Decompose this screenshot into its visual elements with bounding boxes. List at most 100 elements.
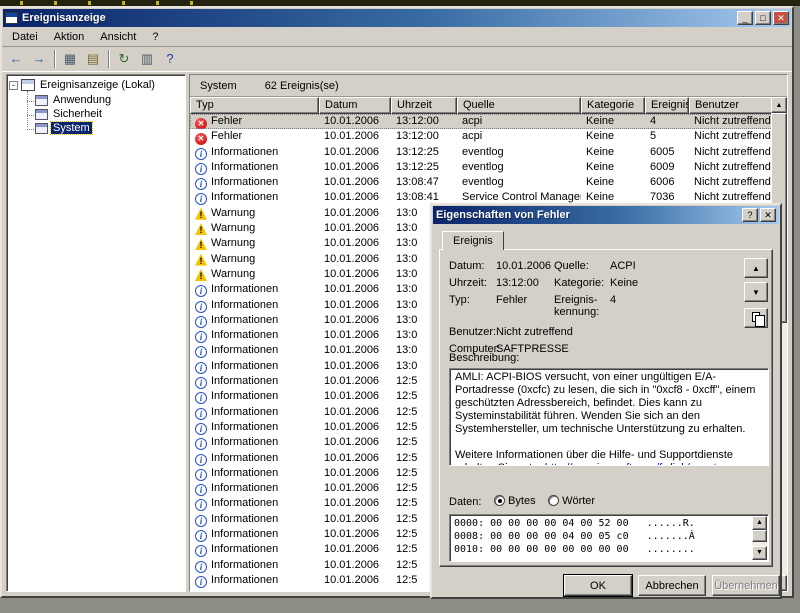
beschreibung-label: Beschreibung: <box>449 352 519 364</box>
radio-bytes[interactable]: Bytes <box>494 495 536 507</box>
event-log-icon <box>35 109 48 120</box>
maximize-button[interactable]: □ <box>755 11 771 25</box>
hex-scrollbar-thumb[interactable] <box>752 530 767 542</box>
toolbar-help-button[interactable]: ? <box>159 48 181 70</box>
event-type-label: Informationen <box>211 314 278 326</box>
event-row[interactable]: iInformationen10.01.200613:12:25eventlog… <box>190 145 787 160</box>
ereigniskennung-label: Ereignis-kennung: <box>554 294 608 318</box>
column-header-typ[interactable]: Typ <box>190 97 319 114</box>
error-icon: ✕ <box>195 133 207 144</box>
dialog-close-button[interactable]: ✕ <box>760 208 776 222</box>
dialog-title: Eigenschaften von Fehler <box>436 209 740 221</box>
hex-scroll-down-icon[interactable]: ▼ <box>752 546 767 560</box>
sidebar-item-system[interactable]: System <box>23 121 185 135</box>
sidebar-item-sicherheit[interactable]: Sicherheit <box>23 107 185 121</box>
hex-data-box: 0000: 00 00 00 00 04 00 52 00 ......R.00… <box>449 514 769 562</box>
copy-to-clipboard-button[interactable] <box>744 308 768 328</box>
tree-expander-icon[interactable]: - <box>9 81 18 90</box>
warning-icon: ! <box>195 223 207 235</box>
toolbar-back-button[interactable]: ← <box>5 48 27 70</box>
event-type-label: Informationen <box>211 452 278 464</box>
event-row[interactable]: ✕Fehler10.01.200613:12:00acpiKeine4Nicht… <box>190 114 787 129</box>
cell-uhrzeit: 13:12:25 <box>391 160 457 175</box>
events-link[interactable]: http://go.microsoft.com/fwlink/events.as… <box>545 462 743 466</box>
event-row[interactable]: ✕Fehler10.01.200613:12:00acpiKeine5Nicht… <box>190 129 787 144</box>
cell-kategorie: Keine <box>581 160 645 175</box>
event-type-label: Informationen <box>211 329 278 341</box>
cell-typ: iInformationen <box>190 282 319 297</box>
apply-button[interactable]: Übernehmen <box>712 575 780 596</box>
column-header-uhrzeit[interactable]: Uhrzeit <box>391 97 457 114</box>
menu-aktion[interactable]: Aktion <box>46 29 93 45</box>
column-header-datum[interactable]: Datum <box>319 97 391 114</box>
cell-benutzer: Nicht zutreffend <box>689 145 774 160</box>
benutzer-label: Benutzer: <box>449 326 496 338</box>
kategorie-value: Keine <box>610 277 638 289</box>
uhrzeit-label: Uhrzeit: <box>449 277 487 289</box>
radio-woerter-icon[interactable] <box>548 495 559 506</box>
cancel-button[interactable]: Abbrechen <box>638 575 706 596</box>
radio-bytes-icon[interactable] <box>494 495 505 506</box>
ok-button[interactable]: OK <box>564 575 632 596</box>
tab-ereignis[interactable]: Ereignis <box>442 231 504 250</box>
cell-typ: iInformationen <box>190 160 319 175</box>
tree-root-label: Ereignisanzeige (Lokal) <box>38 79 157 91</box>
menu-ansicht[interactable]: Ansicht <box>92 29 144 45</box>
event-row[interactable]: iInformationen10.01.200613:08:47eventlog… <box>190 175 787 190</box>
column-header-quelle[interactable]: Quelle <box>457 97 581 114</box>
event-type-label: Fehler <box>211 115 242 127</box>
desktop: Ereignisanzeige _ □ ✕ DateiAktionAnsicht… <box>0 0 800 613</box>
cell-quelle: eventlog <box>457 145 581 160</box>
dialog-titlebar[interactable]: Eigenschaften von Fehler ? ✕ <box>433 206 779 224</box>
event-type-label: Fehler <box>211 130 242 142</box>
cell-typ: ✕ Fehler <box>190 129 319 144</box>
cell-typ: iInformationen <box>190 496 319 511</box>
radio-woerter[interactable]: Wörter <box>548 495 595 507</box>
event-type-label: Informationen <box>211 176 278 188</box>
minimize-button[interactable]: _ <box>737 11 753 25</box>
menu-help[interactable]: ? <box>144 29 166 45</box>
cell-typ: iInformationen <box>190 389 319 404</box>
column-header-benutzer[interactable]: Benutzer <box>689 97 774 114</box>
cell-typ: iInformationen <box>190 298 319 313</box>
sidebar-item-anwendung[interactable]: Anwendung <box>23 93 185 107</box>
hex-scrollbar[interactable]: ▲ ▼ <box>752 516 767 560</box>
event-type-label: Informationen <box>211 299 278 311</box>
info-icon: i <box>195 362 207 374</box>
cell-datum: 10.01.2006 <box>319 573 391 588</box>
cell-kategorie: Keine <box>581 175 645 190</box>
cell-typ: iInformationen <box>190 313 319 328</box>
toolbar-forward-button[interactable]: → <box>28 48 50 70</box>
window-titlebar[interactable]: Ereignisanzeige _ □ ✕ <box>3 9 791 27</box>
info-icon: i <box>195 545 207 557</box>
menu-datei[interactable]: Datei <box>4 29 46 45</box>
quelle-value: ACPI <box>610 260 636 272</box>
menubar: DateiAktionAnsicht? <box>2 28 792 47</box>
event-type-label: Warnung <box>211 268 255 280</box>
cell-datum: 10.01.2006 <box>319 558 391 573</box>
hex-scroll-up-icon[interactable]: ▲ <box>752 516 767 530</box>
cell-quelle: acpi <box>457 129 581 144</box>
event-row[interactable]: iInformationen10.01.200613:12:25eventlog… <box>190 160 787 175</box>
typ-label: Typ: <box>449 294 470 306</box>
column-header-ereignis[interactable]: Ereignis <box>645 97 689 114</box>
toolbar-export-list-button[interactable]: ▥ <box>136 48 158 70</box>
cell-typ: iInformationen <box>190 466 319 481</box>
previous-event-button[interactable]: ▲ <box>744 258 768 278</box>
cell-ereignis: 4 <box>645 114 689 129</box>
toolbar-refresh-button[interactable]: ↻ <box>113 48 135 70</box>
result-pane-header: System 62 Ereignis(se) <box>190 75 787 97</box>
toolbar-show-tree-button[interactable]: ▦ <box>59 48 81 70</box>
dialog-help-button[interactable]: ? <box>742 208 758 222</box>
close-button[interactable]: ✕ <box>773 11 789 25</box>
toolbar-properties-button[interactable]: ▤ <box>82 48 104 70</box>
next-event-button[interactable]: ▼ <box>744 282 768 302</box>
scroll-up-icon[interactable]: ▲ <box>771 97 787 113</box>
column-header-kategorie[interactable]: Kategorie <box>581 97 645 114</box>
hex-line: 0010: 00 00 00 00 00 00 00 00 ........ <box>454 543 764 556</box>
cell-typ: iInformationen <box>190 405 319 420</box>
dialog-tab-page: Datum: 10.01.2006 Quelle: ACPI Uhrzeit: … <box>439 249 773 567</box>
sidebar-item-ereignisanzeige-lokal[interactable]: - Ereignisanzeige (Lokal) <box>7 77 185 93</box>
cell-datum: 10.01.2006 <box>319 389 391 404</box>
cell-datum: 10.01.2006 <box>319 451 391 466</box>
